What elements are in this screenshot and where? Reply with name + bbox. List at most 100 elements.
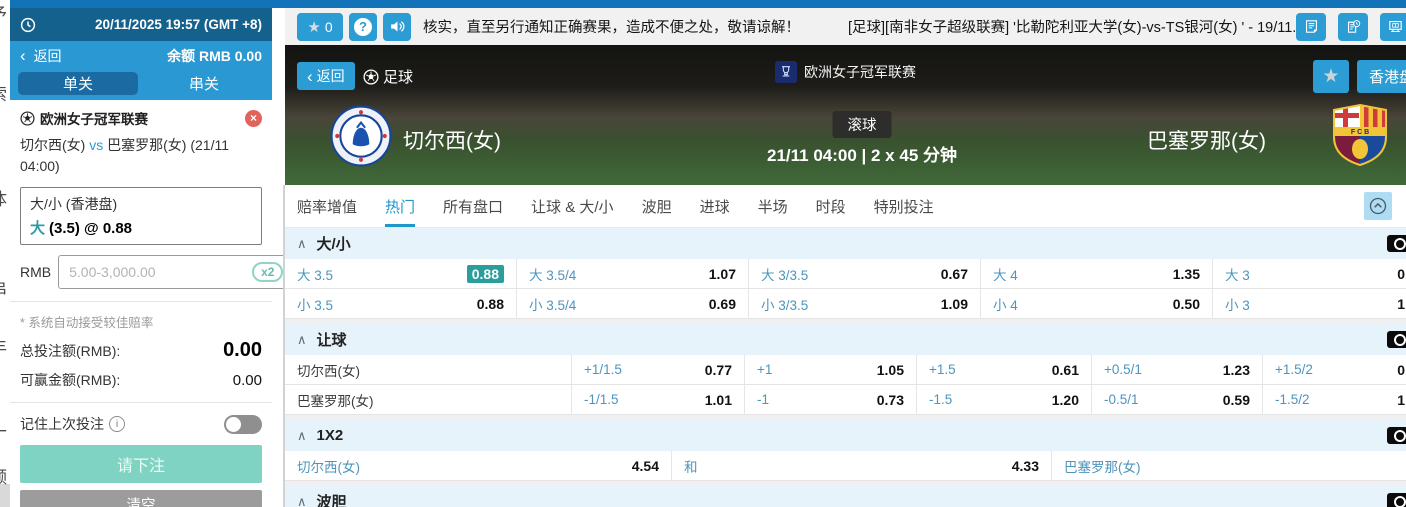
potential-win-value: 0.00 <box>233 372 262 389</box>
favorites-button[interactable]: ★ 0 <box>297 13 343 41</box>
odds-value: 1.07 <box>709 266 736 282</box>
market-tab[interactable]: 热门 <box>385 185 415 227</box>
info-icon[interactable]: i <box>109 416 125 432</box>
market-tab[interactable]: 赔率增值 <box>297 185 357 227</box>
help-button[interactable]: ? <box>349 13 377 41</box>
total-stake-value: 0.00 <box>223 339 262 362</box>
betslip-body: 欧洲女子冠军联赛 × 切尔西(女) vs 巴塞罗那(女) (21/11 04:0… <box>10 100 272 507</box>
odds-type-button[interactable]: 香港盘 <box>1357 60 1406 93</box>
betslip-back-button[interactable]: ‹ 返回 <box>20 46 62 66</box>
rail-fragment: 频 <box>0 463 7 488</box>
odds-cell[interactable]: 大 3.5/41.07 <box>517 259 749 288</box>
place-bet-button[interactable]: 请下注 <box>20 445 262 483</box>
market-section-title: 1X2 <box>317 427 344 444</box>
market-tab[interactable]: 所有盘口 <box>443 185 503 227</box>
collapse-section-icon[interactable]: ∧ <box>297 236 307 252</box>
market-section-header[interactable]: ∧波胆 <box>285 486 1406 507</box>
top-accent-strip <box>10 0 1406 8</box>
market-section-header[interactable]: ∧ 大/小 <box>285 228 1406 259</box>
results-button[interactable] <box>1380 13 1406 41</box>
odds-cell[interactable]: 大 3/3.50.67 <box>749 259 981 288</box>
odds-cell[interactable]: 大 30 <box>1213 259 1406 288</box>
odds-cell[interactable]: -0.5/10.59 <box>1092 385 1263 414</box>
odds-row: 巴塞罗那(女)-1/1.51.01-10.73-1.51.20-0.5/10.5… <box>285 385 1406 415</box>
odds-value: 1 <box>1397 392 1405 408</box>
market-section-title: 让球 <box>317 329 347 350</box>
odds-cell[interactable]: 大 3.50.88 <box>285 259 517 288</box>
tab-parlay-bet[interactable]: 串关 <box>144 72 264 95</box>
betslip-clock-bar: 20/11/2025 19:57 (GMT +8) <box>10 8 272 41</box>
chevron-left-icon: ‹ <box>20 46 26 65</box>
market-sections: ∧ 大/小大 3.50.88大 3.5/41.07大 3/3.50.67大 41.… <box>285 228 1406 507</box>
stream-eye-icon[interactable] <box>1387 427 1406 444</box>
question-icon: ? <box>354 18 372 36</box>
rail-fragment: 串 <box>0 275 7 300</box>
svg-text:F C B: F C B <box>1351 129 1369 136</box>
divider <box>10 402 272 403</box>
tab-single-bet[interactable]: 单关 <box>18 72 138 95</box>
market-section-header[interactable]: ∧ 让球 <box>285 324 1406 355</box>
odds-cell[interactable]: 小 40.50 <box>981 289 1213 318</box>
stake-row: RMB x2 × <box>20 255 262 289</box>
remember-toggle[interactable] <box>224 415 262 434</box>
live-badge: 滚球 <box>833 111 892 138</box>
multiplier-badge[interactable]: x2 <box>252 262 283 282</box>
odds-cell[interactable]: +11.05 <box>745 355 917 384</box>
stake-input[interactable] <box>67 263 252 281</box>
odds-cell[interactable]: 巴塞罗那(女) <box>1052 451 1406 480</box>
odds-cell[interactable]: +0.5/11.23 <box>1092 355 1263 384</box>
odds-cell[interactable]: 小 3.5/40.69 <box>517 289 749 318</box>
odds-cell[interactable]: -1/1.51.01 <box>572 385 745 414</box>
match-time: 21/11 04:00 | 2 x 45 分钟 <box>767 141 957 166</box>
rail-fragment: 予 <box>0 0 7 25</box>
market-tab[interactable]: 进球 <box>700 185 730 227</box>
odds-cell[interactable]: 和4.33 <box>672 451 1052 480</box>
odds-cell[interactable]: 小 31 <box>1213 289 1406 318</box>
panel-divider-line <box>283 185 285 507</box>
star-icon: ★ <box>1322 65 1339 88</box>
market-tab[interactable]: 时段 <box>816 185 846 227</box>
collapse-section-icon[interactable]: ∧ <box>297 428 307 444</box>
odds-cell[interactable]: -10.73 <box>745 385 917 414</box>
bet-history-button[interactable] <box>1338 13 1368 41</box>
results-icon <box>1387 18 1404 35</box>
divider <box>10 301 272 302</box>
market-section-header[interactable]: ∧ 1X2 <box>285 420 1406 451</box>
odds-cell[interactable]: +1.50.61 <box>917 355 1092 384</box>
odds-cell[interactable]: +1.5/20 <box>1263 355 1406 384</box>
remove-selection-icon[interactable]: × <box>245 110 262 127</box>
currency-label: RMB <box>20 264 51 280</box>
market-tab[interactable]: 半场 <box>758 185 788 227</box>
stream-eye-icon[interactable] <box>1387 331 1406 348</box>
main-area: ★ 0 ? 核实，直至另行通知正确赛果，造成不便之处，敬请谅解！[足球][南非女… <box>285 8 1406 507</box>
odds-cell[interactable]: 切尔西(女)4.54 <box>285 451 672 480</box>
odds-value: 4.33 <box>1012 458 1039 474</box>
market-section-title: 大/小 <box>317 233 351 254</box>
odds-cell[interactable]: 小 3.50.88 <box>285 289 517 318</box>
team-cell: 巴塞罗那(女) <box>285 385 572 414</box>
announcement-bar: ★ 0 ? 核实，直至另行通知正确赛果，造成不便之处，敬请谅解！[足球][南非女… <box>285 8 1406 46</box>
odds-cell[interactable]: -1.5/21 <box>1263 385 1406 414</box>
favorite-match-button[interactable]: ★ <box>1313 60 1349 93</box>
news-button[interactable] <box>1296 13 1326 41</box>
collapse-section-icon[interactable]: ∧ <box>297 494 307 507</box>
collapse-section-icon[interactable]: ∧ <box>297 332 307 348</box>
odds-value: 1 <box>1397 296 1405 312</box>
selection-pick: 大 <box>30 220 45 237</box>
market-tab[interactable]: 让球 & 大/小 <box>531 185 614 227</box>
odds-cell[interactable]: +1/1.50.77 <box>572 355 745 384</box>
favorites-count: 0 <box>325 19 333 35</box>
odds-cell[interactable]: 小 3/3.51.09 <box>749 289 981 318</box>
collapse-all-button[interactable] <box>1364 192 1392 220</box>
star-icon: ★ <box>307 18 320 36</box>
stream-eye-icon[interactable] <box>1387 493 1406 507</box>
market-tab[interactable]: 波胆 <box>642 185 672 227</box>
announcement-sound-button[interactable] <box>383 13 411 41</box>
current-datetime: 20/11/2025 19:57 (GMT +8) <box>95 17 262 32</box>
odds-value: 1.05 <box>877 362 904 378</box>
clear-bet-button[interactable]: 清空 <box>20 490 262 507</box>
odds-cell[interactable]: 大 41.35 <box>981 259 1213 288</box>
market-tab[interactable]: 特别投注 <box>874 185 934 227</box>
odds-cell[interactable]: -1.51.20 <box>917 385 1092 414</box>
stream-eye-icon[interactable] <box>1387 235 1406 252</box>
